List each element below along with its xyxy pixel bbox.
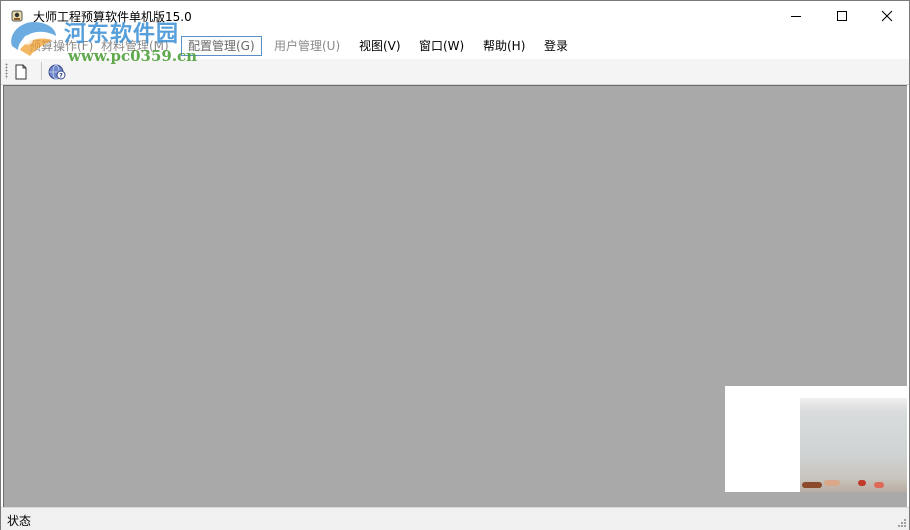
help-globe-icon: ? [48,64,66,80]
close-icon [881,10,893,22]
minimize-button[interactable] [773,1,819,31]
mdi-workspace[interactable] [3,85,907,507]
minimize-icon [791,16,801,17]
status-bar: 状态 [1,507,909,530]
svg-text:?: ? [59,73,63,80]
menu-view[interactable]: 视图(V) [353,36,407,56]
menu-bar: 预算操作(F) 材料管理(M) 配置管理(G) 用户管理(U) 视图(V) 窗口… [1,31,909,59]
help-button[interactable]: ? [47,62,67,82]
toolbar-separator [41,62,42,80]
window-title: 大师工程预算软件单机版15.0 [33,10,192,24]
menu-materials[interactable]: 材料管理(M) [95,36,175,56]
close-button[interactable] [864,1,910,31]
app-icon [11,10,23,22]
preview-image [725,386,907,492]
menu-window[interactable]: 窗口(W) [413,36,470,56]
maximize-icon [837,11,847,21]
new-document-button[interactable] [11,62,31,82]
menu-login[interactable]: 登录 [538,36,574,56]
menu-budget[interactable]: 预算操作(F) [23,36,99,56]
resize-grip-icon[interactable] [896,517,906,527]
menu-config[interactable]: 配置管理(G) [181,36,262,56]
menu-help[interactable]: 帮助(H) [477,36,531,56]
maximize-button[interactable] [819,1,865,31]
room-photo [800,398,907,492]
title-bar[interactable]: 大师工程预算软件单机版15.0 [1,1,909,31]
toolbar-grip[interactable] [5,63,8,79]
toolbar: ? [1,59,909,85]
app-window: 大师工程预算软件单机版15.0 预算操作(F) 材料管理(M) 配置管理(G) … [0,0,910,530]
new-document-icon [15,64,27,80]
menu-users[interactable]: 用户管理(U) [268,36,346,56]
status-text: 状态 [7,514,32,528]
